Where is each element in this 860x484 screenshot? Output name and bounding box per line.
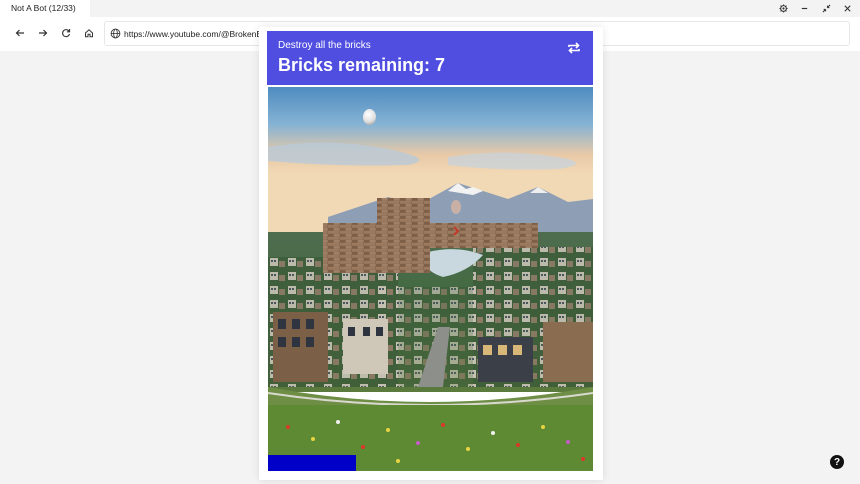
home-icon[interactable] [80,24,98,42]
brick [484,223,538,248]
url-text: https://www.youtube.com/@BrokenBox [124,29,272,39]
brick [323,248,376,273]
restore-icon[interactable] [819,2,833,15]
close-icon[interactable] [840,2,854,15]
captcha-header: Destroy all the bricks Bricks remaining:… [267,31,593,85]
refresh-icon[interactable] [566,40,582,56]
brick [376,223,430,248]
brick [377,198,430,223]
game-ball [363,109,376,125]
game-area[interactable] [268,87,593,471]
minimize-icon[interactable] [797,2,811,15]
tab-title: Not A Bot (12/33) [11,3,76,13]
brick [430,223,484,248]
game-paddle[interactable] [268,455,356,471]
brick [376,248,430,273]
globe-icon [110,28,121,39]
help-button[interactable]: ? [830,455,844,469]
captcha-instruction: Destroy all the bricks [278,40,371,51]
landscape-background [268,87,593,471]
forward-arrow-icon[interactable] [34,24,52,42]
settings-icon[interactable] [776,2,790,15]
reload-icon[interactable] [57,24,75,42]
bricks-remaining-counter: Bricks remaining: 7 [278,55,446,75]
title-bar: Not A Bot (12/33) [0,0,860,17]
brick [323,223,376,248]
back-arrow-icon[interactable] [11,24,29,42]
browser-tab[interactable]: Not A Bot (12/33) [0,0,90,17]
